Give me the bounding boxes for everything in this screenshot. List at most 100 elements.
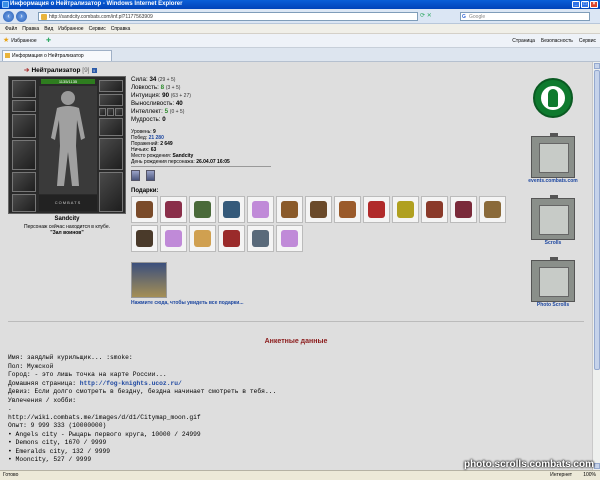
command-page[interactable]: Страница: [512, 37, 535, 45]
google-icon: G: [462, 14, 466, 20]
gift-icon[interactable]: [479, 196, 506, 223]
anket-line: Опыт: 9 999 333 (10000000): [8, 422, 107, 429]
arrow-icon: ➔: [24, 67, 30, 74]
gift-icon[interactable]: [247, 225, 274, 252]
gift-icon[interactable]: [189, 225, 216, 252]
refresh-icon[interactable]: ⟳ ✕: [420, 12, 432, 19]
necklace-slot[interactable]: [99, 94, 123, 106]
scroll-up-button[interactable]: [594, 63, 600, 69]
gift-row: [131, 225, 303, 252]
menu-item[interactable]: Избранное: [58, 26, 83, 32]
gift-icon[interactable]: [276, 225, 303, 252]
ring-slot[interactable]: [107, 108, 114, 116]
gift-icon[interactable]: [247, 196, 274, 223]
search-input[interactable]: G Google: [460, 12, 590, 21]
events-logo[interactable]: [533, 78, 573, 118]
maximize-button[interactable]: □: [581, 1, 589, 8]
events-banner-icon[interactable]: [531, 133, 575, 178]
armor-slot[interactable]: [12, 140, 36, 170]
menu-item[interactable]: Правка: [22, 26, 39, 32]
pants-slot[interactable]: [12, 194, 36, 212]
anket-line: http://wiki.combats.me/images/d/d1/Citym…: [8, 413, 201, 421]
character-header: ➔ Нейтрализатор [9] i: [24, 66, 97, 74]
anket-line: Имя: заядлый курильщик... :smoke:: [8, 354, 133, 361]
star-icon: ★: [3, 37, 10, 44]
security-zone: Интернет: [550, 472, 572, 478]
gift-icon[interactable]: [189, 196, 216, 223]
command-safety[interactable]: Безопасность: [541, 37, 573, 45]
gift-icon[interactable]: [334, 196, 361, 223]
photo-scrolls-banner-icon[interactable]: [531, 257, 575, 302]
sidebar-link-events[interactable]: events.combats.com: [520, 178, 586, 184]
weapon-slot[interactable]: [12, 114, 36, 138]
watermark: photo.scrolls.combats.com: [463, 459, 594, 470]
zoom-level[interactable]: 100%: [583, 471, 596, 480]
boots-slot[interactable]: [99, 172, 123, 212]
all-gifts-link[interactable]: Нажмите сюда, чтобы увидеть все подарки.…: [131, 300, 244, 306]
sidebar-link-scrolls[interactable]: Scrolls: [520, 240, 586, 246]
ring-slot[interactable]: [115, 108, 123, 116]
gift-row: [131, 196, 506, 223]
tab-current[interactable]: Информация о Нейтрализатор: [2, 50, 112, 61]
anket-line: Пол: Мужской: [8, 362, 54, 370]
scroll-thumb[interactable]: [594, 70, 600, 370]
earrings-slot[interactable]: [99, 80, 123, 92]
divider: [131, 166, 271, 167]
gift-icon[interactable]: [131, 196, 158, 223]
anket-line: • Mooncity, 527 / 9999: [8, 456, 92, 463]
gift-icon[interactable]: [276, 196, 303, 223]
menu-item[interactable]: Сервис: [89, 26, 106, 32]
gift-icon[interactable]: [160, 225, 187, 252]
gift-icon[interactable]: [363, 196, 390, 223]
gift-icon[interactable]: [392, 196, 419, 223]
amulet-slot[interactable]: [12, 100, 36, 112]
stats-list: Сила: 34 (29 + 5) Ловкость: 8 (3 + 5) Инту…: [131, 76, 191, 124]
minimize-button[interactable]: _: [572, 1, 580, 8]
back-button[interactable]: ‹: [3, 11, 14, 22]
menu-item[interactable]: Справка: [111, 26, 131, 32]
sidebar-link-photo-scrolls[interactable]: Photo Scrolls: [520, 302, 586, 308]
gift-icon[interactable]: [450, 196, 477, 223]
menu-bar: Файл Правка Вид Избранное Сервис Справка: [0, 24, 600, 34]
favorites-button[interactable]: ★ Избранное: [3, 37, 37, 45]
window-title: Информация о Нейтрализатор - Windows Int…: [10, 1, 183, 7]
gift-icon[interactable]: [218, 225, 245, 252]
section-divider: [8, 321, 584, 322]
page-icon: [5, 53, 10, 58]
gloves-slot[interactable]: [99, 118, 123, 136]
homepage-link[interactable]: http://fog-knights.ucoz.ru/: [80, 380, 182, 387]
gift-icon[interactable]: [160, 196, 187, 223]
info-icon[interactable]: i: [91, 68, 97, 73]
anket-line: • Emeralds city, 132 / 9999: [8, 447, 111, 455]
stat-row: Интуиция: 90 (63 + 27): [131, 92, 191, 99]
clan-badge-icon[interactable]: [131, 170, 140, 181]
belt-slot[interactable]: [12, 172, 36, 192]
gift-icon[interactable]: [305, 196, 332, 223]
anket-line: • Demons city, 1670 / 9999: [8, 439, 107, 446]
gift-icon[interactable]: [131, 225, 158, 252]
forward-button[interactable]: ›: [16, 11, 27, 22]
gift-icon[interactable]: [421, 196, 448, 223]
url-field[interactable]: http://sandcity.combats.com/inf.pl?11775…: [38, 12, 418, 21]
anket-body: Имя: заядлый курильщик... :smoke: Пол: Му…: [8, 354, 276, 465]
scrolls-banner-icon[interactable]: [531, 195, 575, 240]
add-favorite-icon[interactable]: ✚: [46, 37, 51, 44]
gifts-title: Подарки:: [131, 188, 159, 194]
vertical-scrollbar[interactable]: [592, 62, 600, 470]
order-badge-icon[interactable]: [146, 170, 155, 181]
location-text: Персонаж сейчас находится в клубе. "Зал …: [23, 224, 111, 236]
featured-gift[interactable]: [131, 262, 167, 298]
close-button[interactable]: ×: [590, 1, 598, 8]
menu-item[interactable]: Файл: [5, 26, 17, 32]
ring-slot[interactable]: [99, 108, 106, 116]
scroll-down-button[interactable]: [594, 463, 600, 469]
status-text: Готово: [3, 472, 19, 478]
command-tools[interactable]: Сервис: [579, 37, 596, 45]
gift-icon[interactable]: [218, 196, 245, 223]
character-doll: 1135/1135 COMBATS: [8, 76, 126, 214]
address-bar: ‹ › http://sandcity.combats.com/inf.pl?1…: [0, 9, 600, 24]
shield-slot[interactable]: [99, 138, 123, 170]
helmet-slot[interactable]: [12, 80, 36, 98]
info-list: Уровень: 9 Побед: 21 280 Поражений: 2 649 Н…: [131, 129, 230, 165]
menu-item[interactable]: Вид: [44, 26, 53, 32]
